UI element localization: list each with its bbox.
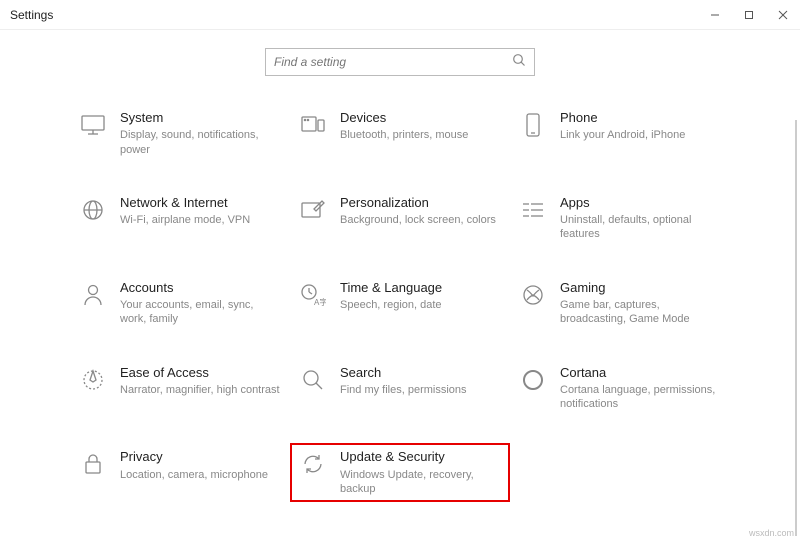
search-box[interactable] — [265, 48, 535, 76]
tile-desc: Cortana language, permissions, notificat… — [560, 383, 720, 412]
titlebar: Settings — [0, 0, 800, 30]
tile-desc: Game bar, captures, broadcasting, Game M… — [560, 298, 720, 327]
tile-desc: Find my files, permissions — [340, 383, 467, 397]
search-row — [0, 30, 800, 104]
ease-icon — [78, 365, 108, 395]
tile-desc: Link your Android, iPhone — [560, 128, 685, 142]
globe-icon — [78, 195, 108, 225]
update-icon — [298, 449, 328, 479]
apps-icon — [518, 195, 548, 225]
close-button[interactable] — [766, 0, 800, 30]
minimize-button[interactable] — [698, 0, 732, 30]
tile-title: Gaming — [560, 280, 720, 296]
tile-title: Phone — [560, 110, 685, 126]
system-icon — [78, 110, 108, 140]
tile-phone[interactable]: Phone Link your Android, iPhone — [510, 104, 730, 163]
time-language-icon: A字 — [298, 280, 328, 310]
watermark: wsxdn.com — [749, 528, 794, 538]
tile-apps[interactable]: Apps Uninstall, defaults, optional featu… — [510, 189, 730, 248]
magnifier-icon — [298, 365, 328, 395]
paint-icon — [298, 195, 328, 225]
tile-title: System — [120, 110, 280, 126]
tile-desc: Display, sound, notifications, power — [120, 128, 280, 157]
search-icon — [512, 53, 526, 72]
tile-desc: Location, camera, microphone — [120, 468, 268, 482]
tile-title: Accounts — [120, 280, 280, 296]
tile-title: Ease of Access — [120, 365, 280, 381]
phone-icon — [518, 110, 548, 140]
xbox-icon — [518, 280, 548, 310]
tile-system[interactable]: System Display, sound, notifications, po… — [70, 104, 290, 163]
scrollbar[interactable] — [795, 120, 797, 536]
tile-title: Privacy — [120, 449, 268, 465]
person-icon — [78, 280, 108, 310]
tile-title: Network & Internet — [120, 195, 250, 211]
tile-network[interactable]: Network & Internet Wi-Fi, airplane mode,… — [70, 189, 290, 248]
tile-devices[interactable]: Devices Bluetooth, printers, mouse — [290, 104, 510, 163]
tile-title: Search — [340, 365, 467, 381]
tile-title: Personalization — [340, 195, 496, 211]
maximize-button[interactable] — [732, 0, 766, 30]
tile-title: Devices — [340, 110, 468, 126]
tile-title: Time & Language — [340, 280, 442, 296]
tile-desc: Your accounts, email, sync, work, family — [120, 298, 280, 327]
tile-cortana[interactable]: Cortana Cortana language, permissions, n… — [510, 359, 730, 418]
tile-gaming[interactable]: Gaming Game bar, captures, broadcasting,… — [510, 274, 730, 333]
tile-accounts[interactable]: Accounts Your accounts, email, sync, wor… — [70, 274, 290, 333]
tile-title: Apps — [560, 195, 720, 211]
settings-grid: System Display, sound, notifications, po… — [0, 104, 800, 502]
devices-icon — [298, 110, 328, 140]
tile-desc: Background, lock screen, colors — [340, 213, 496, 227]
tile-desc: Uninstall, defaults, optional features — [560, 213, 720, 242]
tile-desc: Wi-Fi, airplane mode, VPN — [120, 213, 250, 227]
tile-search[interactable]: Search Find my files, permissions — [290, 359, 510, 418]
tile-desc: Windows Update, recovery, backup — [340, 468, 500, 497]
maximize-icon — [744, 10, 754, 20]
tile-title: Update & Security — [340, 449, 500, 465]
svg-text:A字: A字 — [314, 297, 326, 307]
lock-icon — [78, 449, 108, 479]
tile-desc: Speech, region, date — [340, 298, 442, 312]
tile-ease-of-access[interactable]: Ease of Access Narrator, magnifier, high… — [70, 359, 290, 418]
close-icon — [778, 10, 788, 20]
minimize-icon — [710, 10, 720, 20]
tile-privacy[interactable]: Privacy Location, camera, microphone — [70, 443, 290, 502]
cortana-icon — [518, 365, 548, 395]
tile-desc: Narrator, magnifier, high contrast — [120, 383, 280, 397]
tile-update-security[interactable]: Update & Security Windows Update, recove… — [290, 443, 510, 502]
window-controls — [698, 0, 800, 30]
tile-personalization[interactable]: Personalization Background, lock screen,… — [290, 189, 510, 248]
window-title: Settings — [10, 8, 53, 22]
tile-desc: Bluetooth, printers, mouse — [340, 128, 468, 142]
tile-title: Cortana — [560, 365, 720, 381]
search-input[interactable] — [274, 55, 512, 69]
tile-time-language[interactable]: A字 Time & Language Speech, region, date — [290, 274, 510, 333]
